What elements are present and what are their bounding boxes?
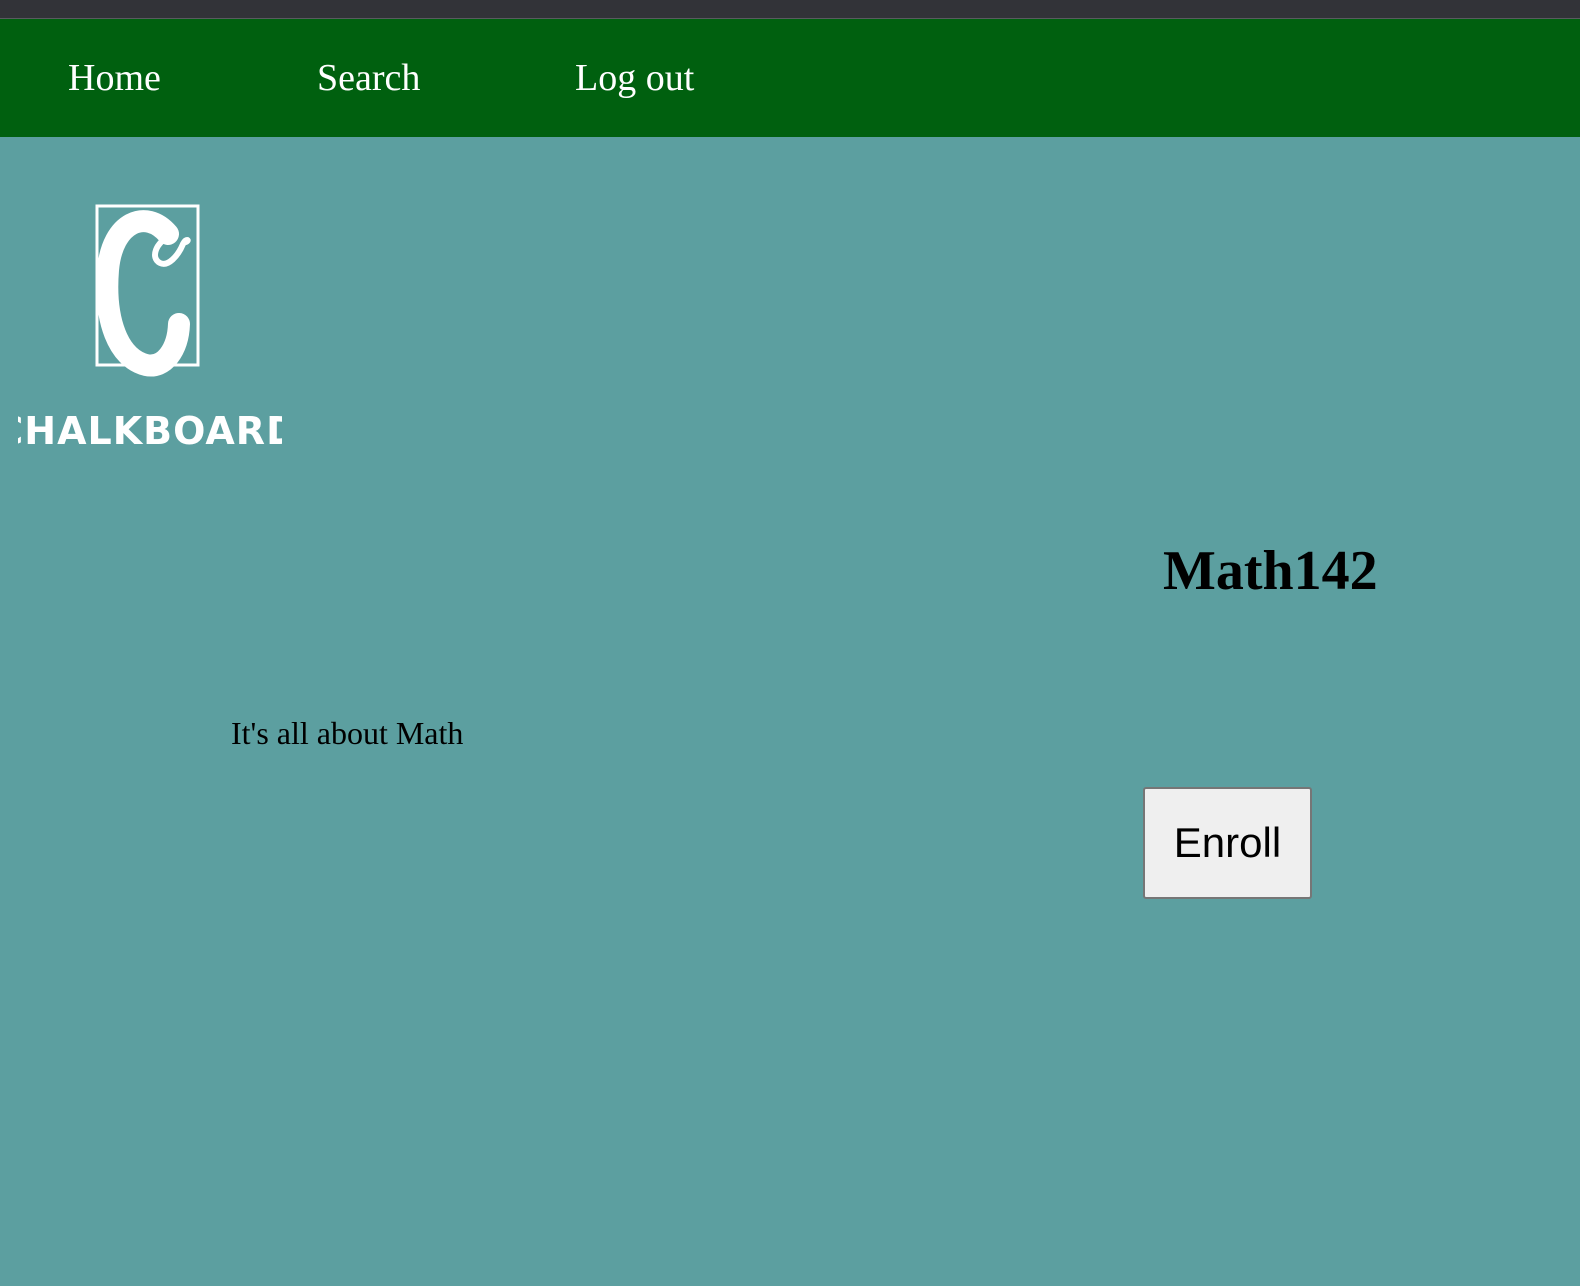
- enroll-button[interactable]: Enroll: [1143, 787, 1312, 899]
- course-title: Math142: [1163, 540, 1378, 602]
- browser-top-strip: [0, 0, 1580, 19]
- nav-logout-link[interactable]: Log out: [575, 55, 694, 101]
- logo-wordmark: CHALKBOARD: [18, 409, 282, 453]
- nav-search-link[interactable]: Search: [317, 55, 420, 101]
- nav-home-link[interactable]: Home: [68, 55, 161, 101]
- main-navbar: Home Search Log out: [0, 19, 1580, 137]
- chalkboard-logo: CHALKBOARD: [18, 200, 282, 460]
- logo-letter-c: [96, 210, 190, 377]
- course-description: It's all about Math: [231, 715, 464, 751]
